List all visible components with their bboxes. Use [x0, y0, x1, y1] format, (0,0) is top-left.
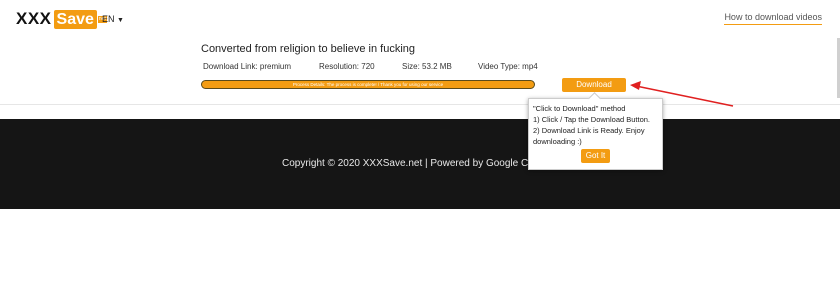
- annotation-arrow-icon: [630, 81, 734, 107]
